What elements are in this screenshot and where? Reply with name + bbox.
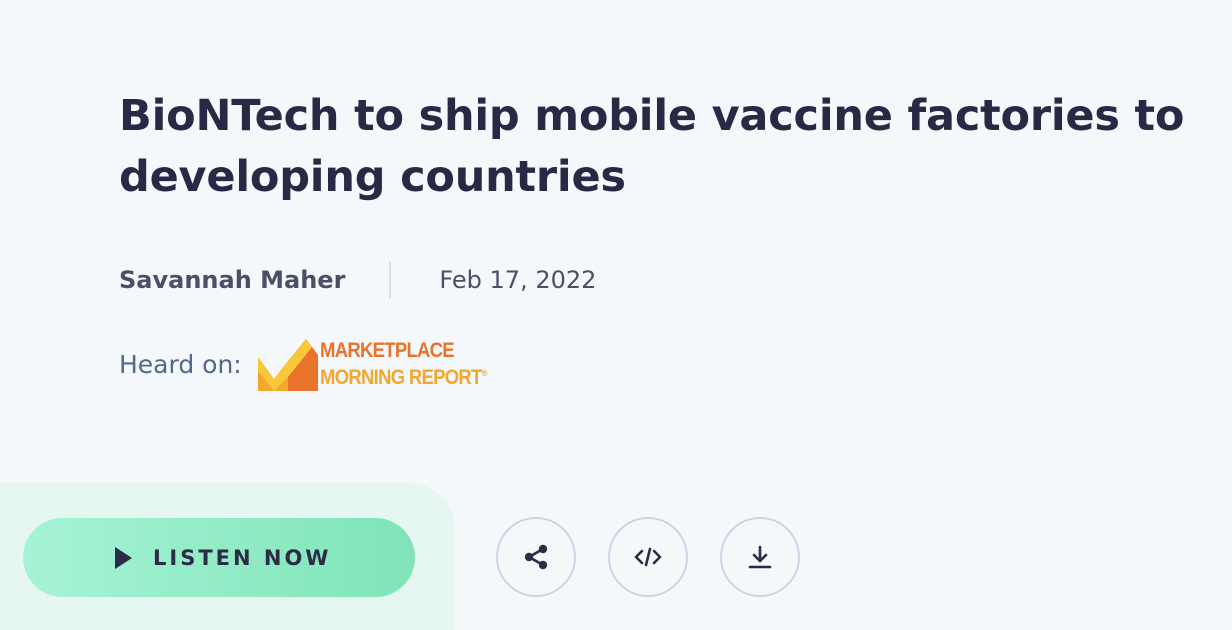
publish-date: Feb 17, 2022 [439, 266, 597, 294]
article-title: BioNTech to ship mobile vaccine factorie… [119, 91, 1185, 202]
episode-page: BioNTech to ship mobile vaccine factorie… [0, 0, 1232, 630]
share-icon [524, 544, 548, 570]
listen-now-label: LISTEN NOW [153, 545, 332, 570]
marketplace-morning-report-logo[interactable]: MARKETPLACE MORNING REPORT® [257, 337, 509, 391]
heard-on: Heard on: MARKETPLACE MORNING REPORT® [119, 336, 509, 392]
marketplace-logo-mark-icon [257, 339, 318, 391]
embed-button[interactable] [608, 517, 688, 597]
logo-line-1: MARKETPLACE [319, 338, 455, 362]
heard-on-label: Heard on: [119, 349, 242, 379]
code-icon [634, 547, 662, 567]
logo-line-2-text: MORNING REPORT [319, 365, 482, 389]
share-button[interactable] [496, 517, 576, 597]
author-name[interactable]: Savannah Maher [119, 266, 389, 294]
logo-wordmark: MARKETPLACE MORNING REPORT® [319, 338, 487, 389]
download-button[interactable] [720, 517, 800, 597]
logo-line-2: MORNING REPORT® [320, 362, 487, 389]
play-icon [115, 546, 132, 569]
article-meta: Savannah Maher Feb 17, 2022 [119, 262, 596, 298]
registered-mark: ® [481, 367, 487, 378]
listen-now-button[interactable]: LISTEN NOW [23, 518, 415, 597]
download-icon [748, 545, 772, 569]
